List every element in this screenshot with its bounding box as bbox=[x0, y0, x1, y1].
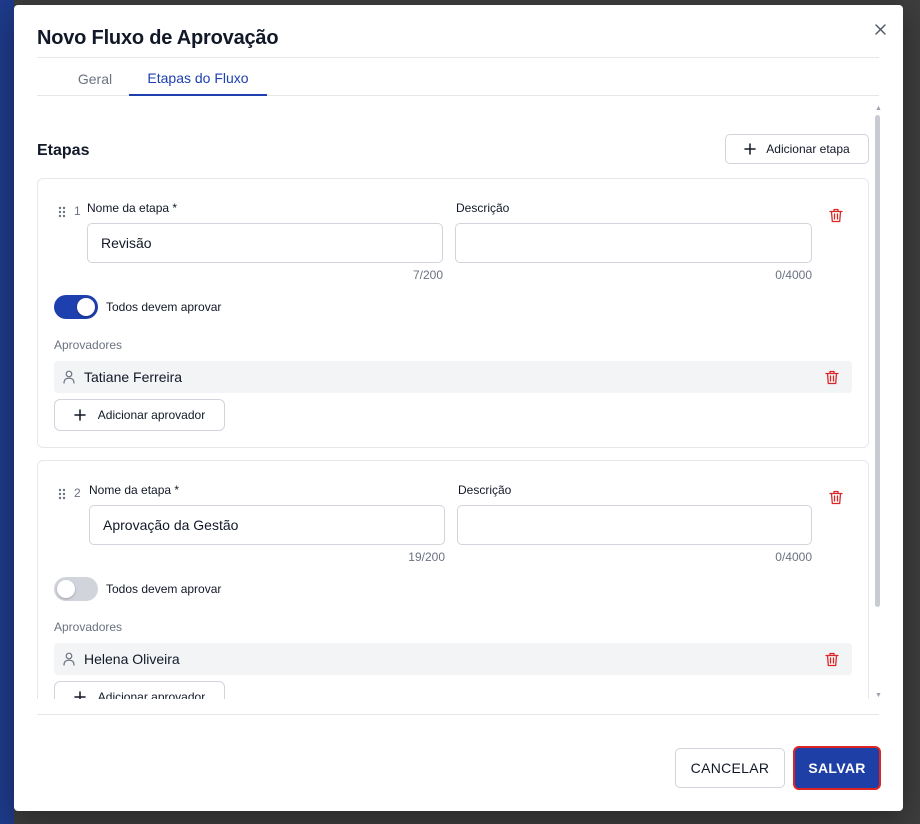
add-approver-label: Adicionar aprovador bbox=[97, 408, 206, 422]
close-button[interactable] bbox=[871, 20, 889, 38]
delete-step-button[interactable] bbox=[828, 489, 844, 505]
all-must-approve-label: Todos devem aprovar bbox=[106, 582, 222, 596]
section-title: Etapas bbox=[37, 142, 90, 159]
approver-row: Helena Oliveira bbox=[54, 643, 852, 675]
step-name-char-count: 7/200 bbox=[412, 268, 443, 282]
add-approver-button[interactable]: Adicionar aprovador bbox=[54, 399, 225, 431]
tab-etapas-do-fluxo[interactable]: Etapas do Fluxo bbox=[129, 62, 267, 96]
scroll-down-arrow-icon[interactable]: ▼ bbox=[875, 692, 882, 699]
plus-icon bbox=[74, 409, 86, 421]
modal-title: Novo Fluxo de Aprovação bbox=[37, 27, 279, 49]
all-must-approve-toggle[interactable] bbox=[54, 577, 98, 601]
step-description-label: Descrição bbox=[456, 201, 510, 215]
step-description-input[interactable] bbox=[457, 505, 812, 545]
close-icon bbox=[874, 23, 886, 35]
step-name-input[interactable] bbox=[89, 505, 445, 545]
drag-handle-icon[interactable] bbox=[58, 206, 66, 218]
approver-row: Tatiane Ferreira bbox=[54, 361, 852, 393]
step-description-label: Descrição bbox=[458, 483, 512, 497]
approvers-label: Aprovadores bbox=[54, 620, 123, 634]
backdrop bbox=[0, 0, 14, 824]
trash-icon bbox=[825, 370, 839, 384]
tab-geral[interactable]: Geral bbox=[57, 62, 133, 96]
step-description-char-count: 0/4000 bbox=[775, 550, 812, 564]
add-step-button[interactable]: Adicionar etapa bbox=[725, 134, 869, 164]
approvers-label: Aprovadores bbox=[54, 338, 123, 352]
toggle-knob bbox=[77, 298, 95, 316]
step-card: 2 Nome da etapa * 19/200 Descrição 0/400… bbox=[37, 460, 869, 699]
plus-icon bbox=[744, 143, 757, 155]
tab-bar: Geral Etapas do Fluxo bbox=[37, 62, 879, 96]
all-must-approve-label: Todos devem aprovar bbox=[106, 300, 222, 314]
add-step-label: Adicionar etapa bbox=[766, 142, 850, 156]
step-number: 1 bbox=[74, 204, 81, 218]
scrollbar[interactable]: ▲ ▼ bbox=[874, 105, 882, 699]
step-name-label: Nome da etapa * bbox=[87, 201, 178, 215]
add-approver-button[interactable]: Adicionar aprovador bbox=[54, 681, 225, 699]
step-name-input[interactable] bbox=[87, 223, 443, 263]
person-icon bbox=[63, 652, 75, 666]
step-name-char-count: 19/200 bbox=[408, 550, 445, 564]
approval-flow-modal: Novo Fluxo de Aprovação Geral Etapas do … bbox=[14, 5, 903, 811]
drag-handle-icon[interactable] bbox=[58, 488, 66, 500]
delete-step-button[interactable] bbox=[828, 207, 844, 223]
scroll-up-arrow-icon[interactable]: ▲ bbox=[875, 105, 882, 112]
step-number: 2 bbox=[74, 486, 81, 500]
person-icon bbox=[63, 370, 75, 384]
cancel-button[interactable]: CANCELAR bbox=[675, 748, 785, 788]
add-approver-label: Adicionar aprovador bbox=[97, 690, 206, 699]
toggle-knob bbox=[57, 580, 75, 598]
save-button[interactable]: SALVAR bbox=[793, 746, 881, 790]
steps-scroll-area: Etapas Adicionar etapa 1 Nome da etapa *… bbox=[37, 105, 871, 699]
trash-icon bbox=[825, 652, 839, 666]
scrollbar-thumb[interactable] bbox=[875, 115, 880, 607]
approver-name: Tatiane Ferreira bbox=[84, 369, 183, 385]
footer-divider bbox=[37, 714, 879, 715]
trash-icon bbox=[829, 208, 843, 222]
approver-name: Helena Oliveira bbox=[84, 651, 180, 667]
step-description-char-count: 0/4000 bbox=[775, 268, 812, 282]
remove-approver-button[interactable] bbox=[824, 369, 840, 385]
step-name-label: Nome da etapa * bbox=[89, 483, 180, 497]
all-must-approve-toggle[interactable] bbox=[54, 295, 98, 319]
title-divider bbox=[37, 57, 879, 58]
step-description-input[interactable] bbox=[455, 223, 812, 263]
remove-approver-button[interactable] bbox=[824, 651, 840, 667]
plus-icon bbox=[74, 691, 86, 699]
trash-icon bbox=[829, 490, 843, 504]
step-card: 1 Nome da etapa * 7/200 Descrição 0/4000… bbox=[37, 178, 869, 448]
